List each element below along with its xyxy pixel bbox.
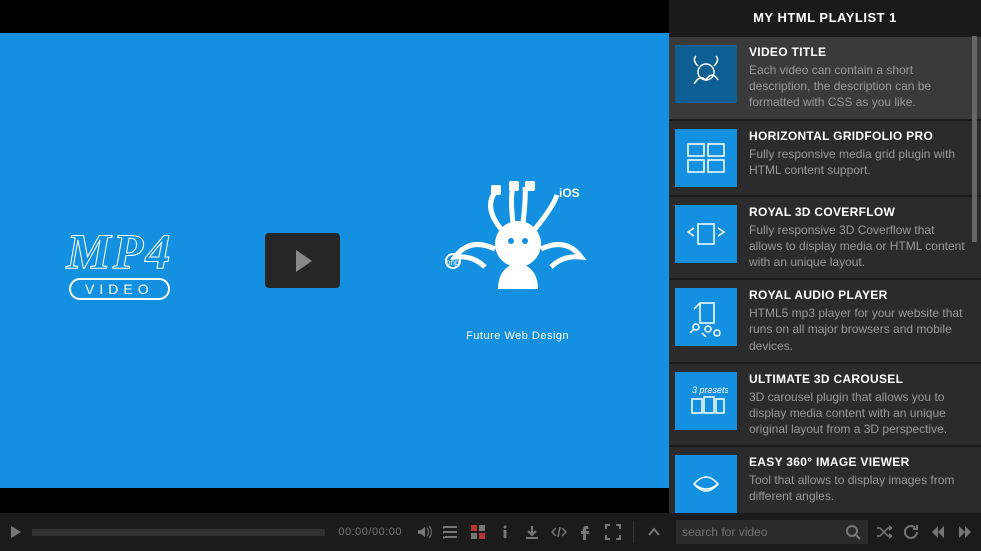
playlist-item-text: ROYAL 3D COVERFLOW Fully responsive 3D Co… bbox=[749, 205, 971, 271]
embed-icon bbox=[551, 524, 567, 540]
playlist-item[interactable]: EASY 360° IMAGE VIEWER Tool that allows t… bbox=[669, 447, 981, 513]
fullscreen-button[interactable] bbox=[604, 523, 622, 541]
octopus-icon: iOS php bbox=[433, 179, 603, 319]
playlist-item-title: HORIZONTAL GRIDFOLIO PRO bbox=[749, 129, 967, 143]
play-icon bbox=[8, 524, 24, 540]
control-bar: 00:00/00:00 bbox=[0, 513, 981, 551]
play-icon bbox=[296, 250, 312, 272]
categories-button[interactable] bbox=[469, 523, 487, 541]
loop-icon bbox=[903, 524, 919, 540]
playlist-item-text: HORIZONTAL GRIDFOLIO PRO Fully responsive… bbox=[749, 129, 971, 187]
playlist-thumb bbox=[675, 288, 737, 346]
playlist-item-desc: HTML5 mp3 player for your website that r… bbox=[749, 305, 967, 354]
search-input[interactable] bbox=[682, 525, 844, 539]
fullscreen-icon bbox=[605, 524, 621, 540]
control-divider bbox=[633, 521, 634, 543]
playlist-panel: MY HTML PLAYLIST 1 VIDEO TITLE Each video… bbox=[669, 0, 981, 513]
scrollbar-thumb[interactable] bbox=[972, 36, 977, 242]
next-button[interactable] bbox=[956, 523, 974, 541]
embed-button[interactable] bbox=[550, 523, 568, 541]
svg-text:php: php bbox=[446, 258, 460, 267]
playlist-item[interactable]: VIDEO TITLE Each video can contain a shor… bbox=[669, 37, 981, 121]
volume-button[interactable] bbox=[415, 523, 433, 541]
search-icon bbox=[845, 524, 861, 540]
progress-bar[interactable] bbox=[32, 529, 325, 536]
grid-icon bbox=[470, 524, 486, 540]
playlist-scrollbar[interactable] bbox=[972, 36, 977, 505]
playlist-toggle-button[interactable] bbox=[442, 523, 460, 541]
playlist-item-title: ULTIMATE 3D CAROUSEL bbox=[749, 372, 967, 386]
playlist-thumb: 3 presets bbox=[675, 372, 737, 430]
playlist-thumb bbox=[675, 129, 737, 187]
download-button[interactable] bbox=[523, 523, 541, 541]
loop-button[interactable] bbox=[902, 523, 920, 541]
playlist-item[interactable]: ROYAL 3D COVERFLOW Fully responsive 3D Co… bbox=[669, 197, 981, 281]
playlist-item-text: VIDEO TITLE Each video can contain a shor… bbox=[749, 45, 971, 111]
playlist-item-text: ULTIMATE 3D CAROUSEL 3D carousel plugin t… bbox=[749, 372, 971, 438]
playlist-item-title: ROYAL AUDIO PLAYER bbox=[749, 288, 967, 302]
playlist-title: MY HTML PLAYLIST 1 bbox=[669, 0, 981, 37]
playlist-item[interactable]: HORIZONTAL GRIDFOLIO PRO Fully responsive… bbox=[669, 121, 981, 197]
playlist-item-desc: Each video can contain a short descripti… bbox=[749, 62, 967, 111]
playlist-thumb bbox=[675, 205, 737, 263]
octopus-caption: Future Web Design bbox=[433, 330, 603, 342]
facebook-button[interactable] bbox=[577, 523, 595, 541]
info-icon bbox=[497, 524, 513, 540]
time-display: 00:00/00:00 bbox=[338, 526, 402, 538]
video-player-area: MP4 VIDEO bbox=[0, 0, 669, 513]
playlist-item[interactable]: ROYAL AUDIO PLAYER HTML5 mp3 player for y… bbox=[669, 280, 981, 364]
facebook-icon bbox=[578, 524, 594, 540]
shuffle-icon bbox=[876, 524, 892, 540]
collapse-search-button[interactable] bbox=[645, 523, 663, 541]
playlist-items[interactable]: VIDEO TITLE Each video can contain a shor… bbox=[669, 37, 981, 513]
video-screen: MP4 VIDEO bbox=[0, 33, 669, 488]
next-icon bbox=[957, 524, 973, 540]
playlist-item-title: EASY 360° IMAGE VIEWER bbox=[749, 455, 967, 469]
playlist-icon bbox=[443, 524, 459, 540]
download-icon bbox=[524, 524, 540, 540]
shuffle-button[interactable] bbox=[875, 523, 893, 541]
chevron-up-icon bbox=[646, 524, 662, 540]
info-button[interactable] bbox=[496, 523, 514, 541]
playlist-item-desc: 3D carousel plugin that allows you to di… bbox=[749, 389, 967, 438]
search-button[interactable] bbox=[844, 523, 862, 541]
mp4-video-logo: MP4 VIDEO bbox=[66, 222, 172, 300]
playlist-item-desc: Fully responsive media grid plugin with … bbox=[749, 146, 967, 178]
playlist-thumb bbox=[675, 45, 737, 103]
play-button[interactable] bbox=[265, 233, 340, 288]
prev-icon bbox=[930, 524, 946, 540]
playlist-item-text: ROYAL AUDIO PLAYER HTML5 mp3 player for y… bbox=[749, 288, 971, 354]
playlist-item-title: ROYAL 3D COVERFLOW bbox=[749, 205, 967, 219]
mp4-text: MP4 bbox=[66, 222, 172, 280]
svg-text:3 presets: 3 presets bbox=[692, 385, 728, 395]
video-text: VIDEO bbox=[69, 278, 170, 300]
playlist-item[interactable]: 3 presets ULTIMATE 3D CAROUSEL 3D carousel… bbox=[669, 364, 981, 448]
previous-button[interactable] bbox=[929, 523, 947, 541]
volume-icon bbox=[416, 524, 432, 540]
play-pause-button[interactable] bbox=[7, 523, 25, 541]
svg-text:iOS: iOS bbox=[559, 186, 580, 200]
playlist-item-desc: Tool that allows to display images from … bbox=[749, 472, 967, 504]
playlist-item-desc: Fully responsive 3D Coverflow that allow… bbox=[749, 222, 967, 271]
search-box[interactable] bbox=[676, 520, 868, 544]
octopus-logo: iOS php Future Web Design bbox=[433, 179, 603, 342]
playlist-item-title: VIDEO TITLE bbox=[749, 45, 967, 59]
playlist-thumb bbox=[675, 455, 737, 513]
playlist-item-text: EASY 360° IMAGE VIEWER Tool that allows t… bbox=[749, 455, 971, 513]
